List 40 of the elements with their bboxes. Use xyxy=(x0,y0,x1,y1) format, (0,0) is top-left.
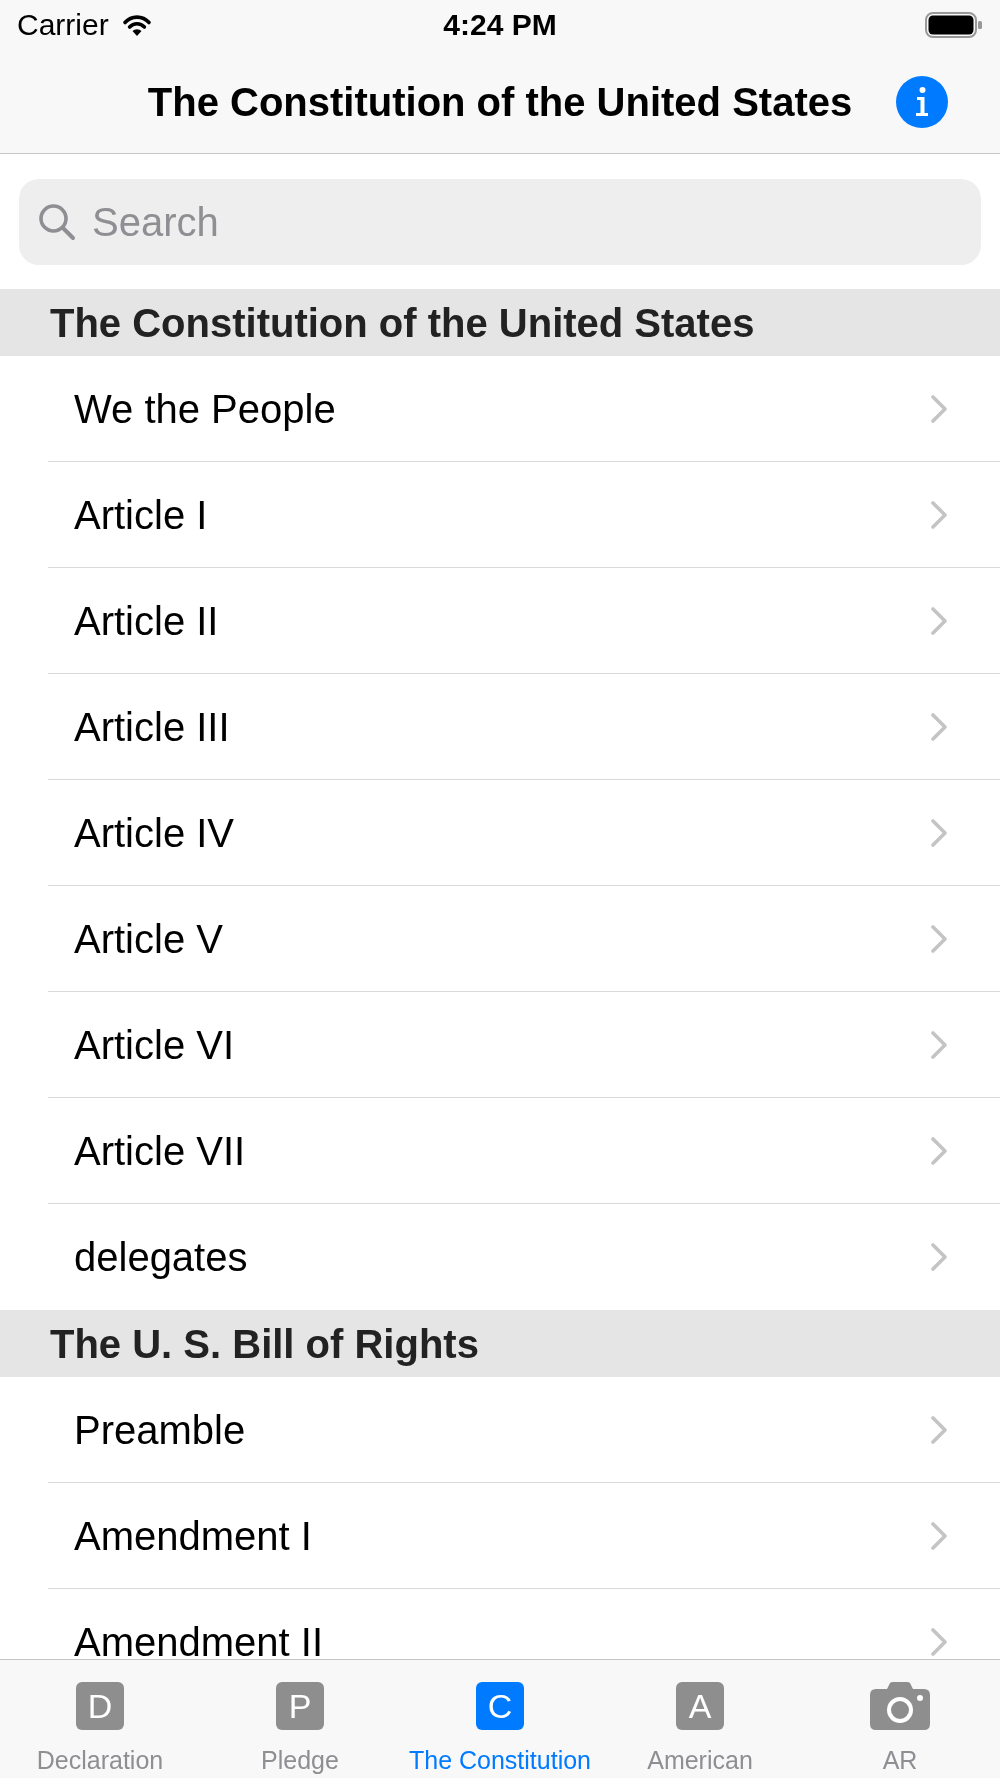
wifi-icon xyxy=(120,13,153,37)
list-row[interactable]: Article VII xyxy=(48,1098,1000,1204)
clock-time: 4:24 PM xyxy=(443,7,557,43)
chevron-icon xyxy=(930,1628,948,1656)
chevron-icon xyxy=(930,500,948,529)
letter-tile: P xyxy=(276,1682,324,1730)
chevron-icon xyxy=(930,394,948,423)
chevron-icon xyxy=(930,924,948,953)
chevron-icon xyxy=(930,1030,948,1059)
search-icon xyxy=(38,203,76,241)
chevron-icon xyxy=(930,712,948,741)
list-row[interactable]: Article I xyxy=(48,462,1000,568)
section-header: The Constitution of the United States xyxy=(0,289,1000,356)
list-row[interactable]: Article III xyxy=(48,674,1000,780)
chevron-icon xyxy=(930,606,948,635)
list-row[interactable]: Article II xyxy=(48,568,1000,674)
list-row[interactable]: Amendment I xyxy=(48,1483,1000,1589)
tab-bar-item[interactable]: C The Constitution xyxy=(400,1660,600,1778)
chevron-icon xyxy=(930,818,948,847)
chevron-icon xyxy=(930,1243,948,1271)
list-row[interactable]: Article VI xyxy=(48,992,1000,1098)
carrier-name: Carrier xyxy=(17,7,109,43)
list-row[interactable]: Article V xyxy=(48,886,1000,992)
list-row[interactable]: Amendment II xyxy=(48,1589,1000,1659)
info-icon xyxy=(915,86,929,117)
letter-tile: C xyxy=(476,1682,524,1730)
list-row[interactable]: delegates xyxy=(48,1204,1000,1310)
letter-tile: D xyxy=(76,1682,124,1730)
chevron-icon xyxy=(930,1521,948,1550)
list-row[interactable]: We the People xyxy=(48,356,1000,462)
section-header: The U. S. Bill of Rights xyxy=(0,1310,1000,1377)
chevron-icon xyxy=(930,1415,948,1444)
navigation-title: The Constitution of the United States xyxy=(147,78,853,126)
info-button[interactable] xyxy=(896,75,948,128)
search-field[interactable]: Search xyxy=(19,179,981,265)
list-row[interactable]: Article IV xyxy=(48,780,1000,886)
letter-tile: A xyxy=(676,1682,724,1730)
chevron-icon xyxy=(930,1136,948,1165)
list-row[interactable]: Preamble xyxy=(48,1377,1000,1483)
battery-icon xyxy=(925,12,983,38)
